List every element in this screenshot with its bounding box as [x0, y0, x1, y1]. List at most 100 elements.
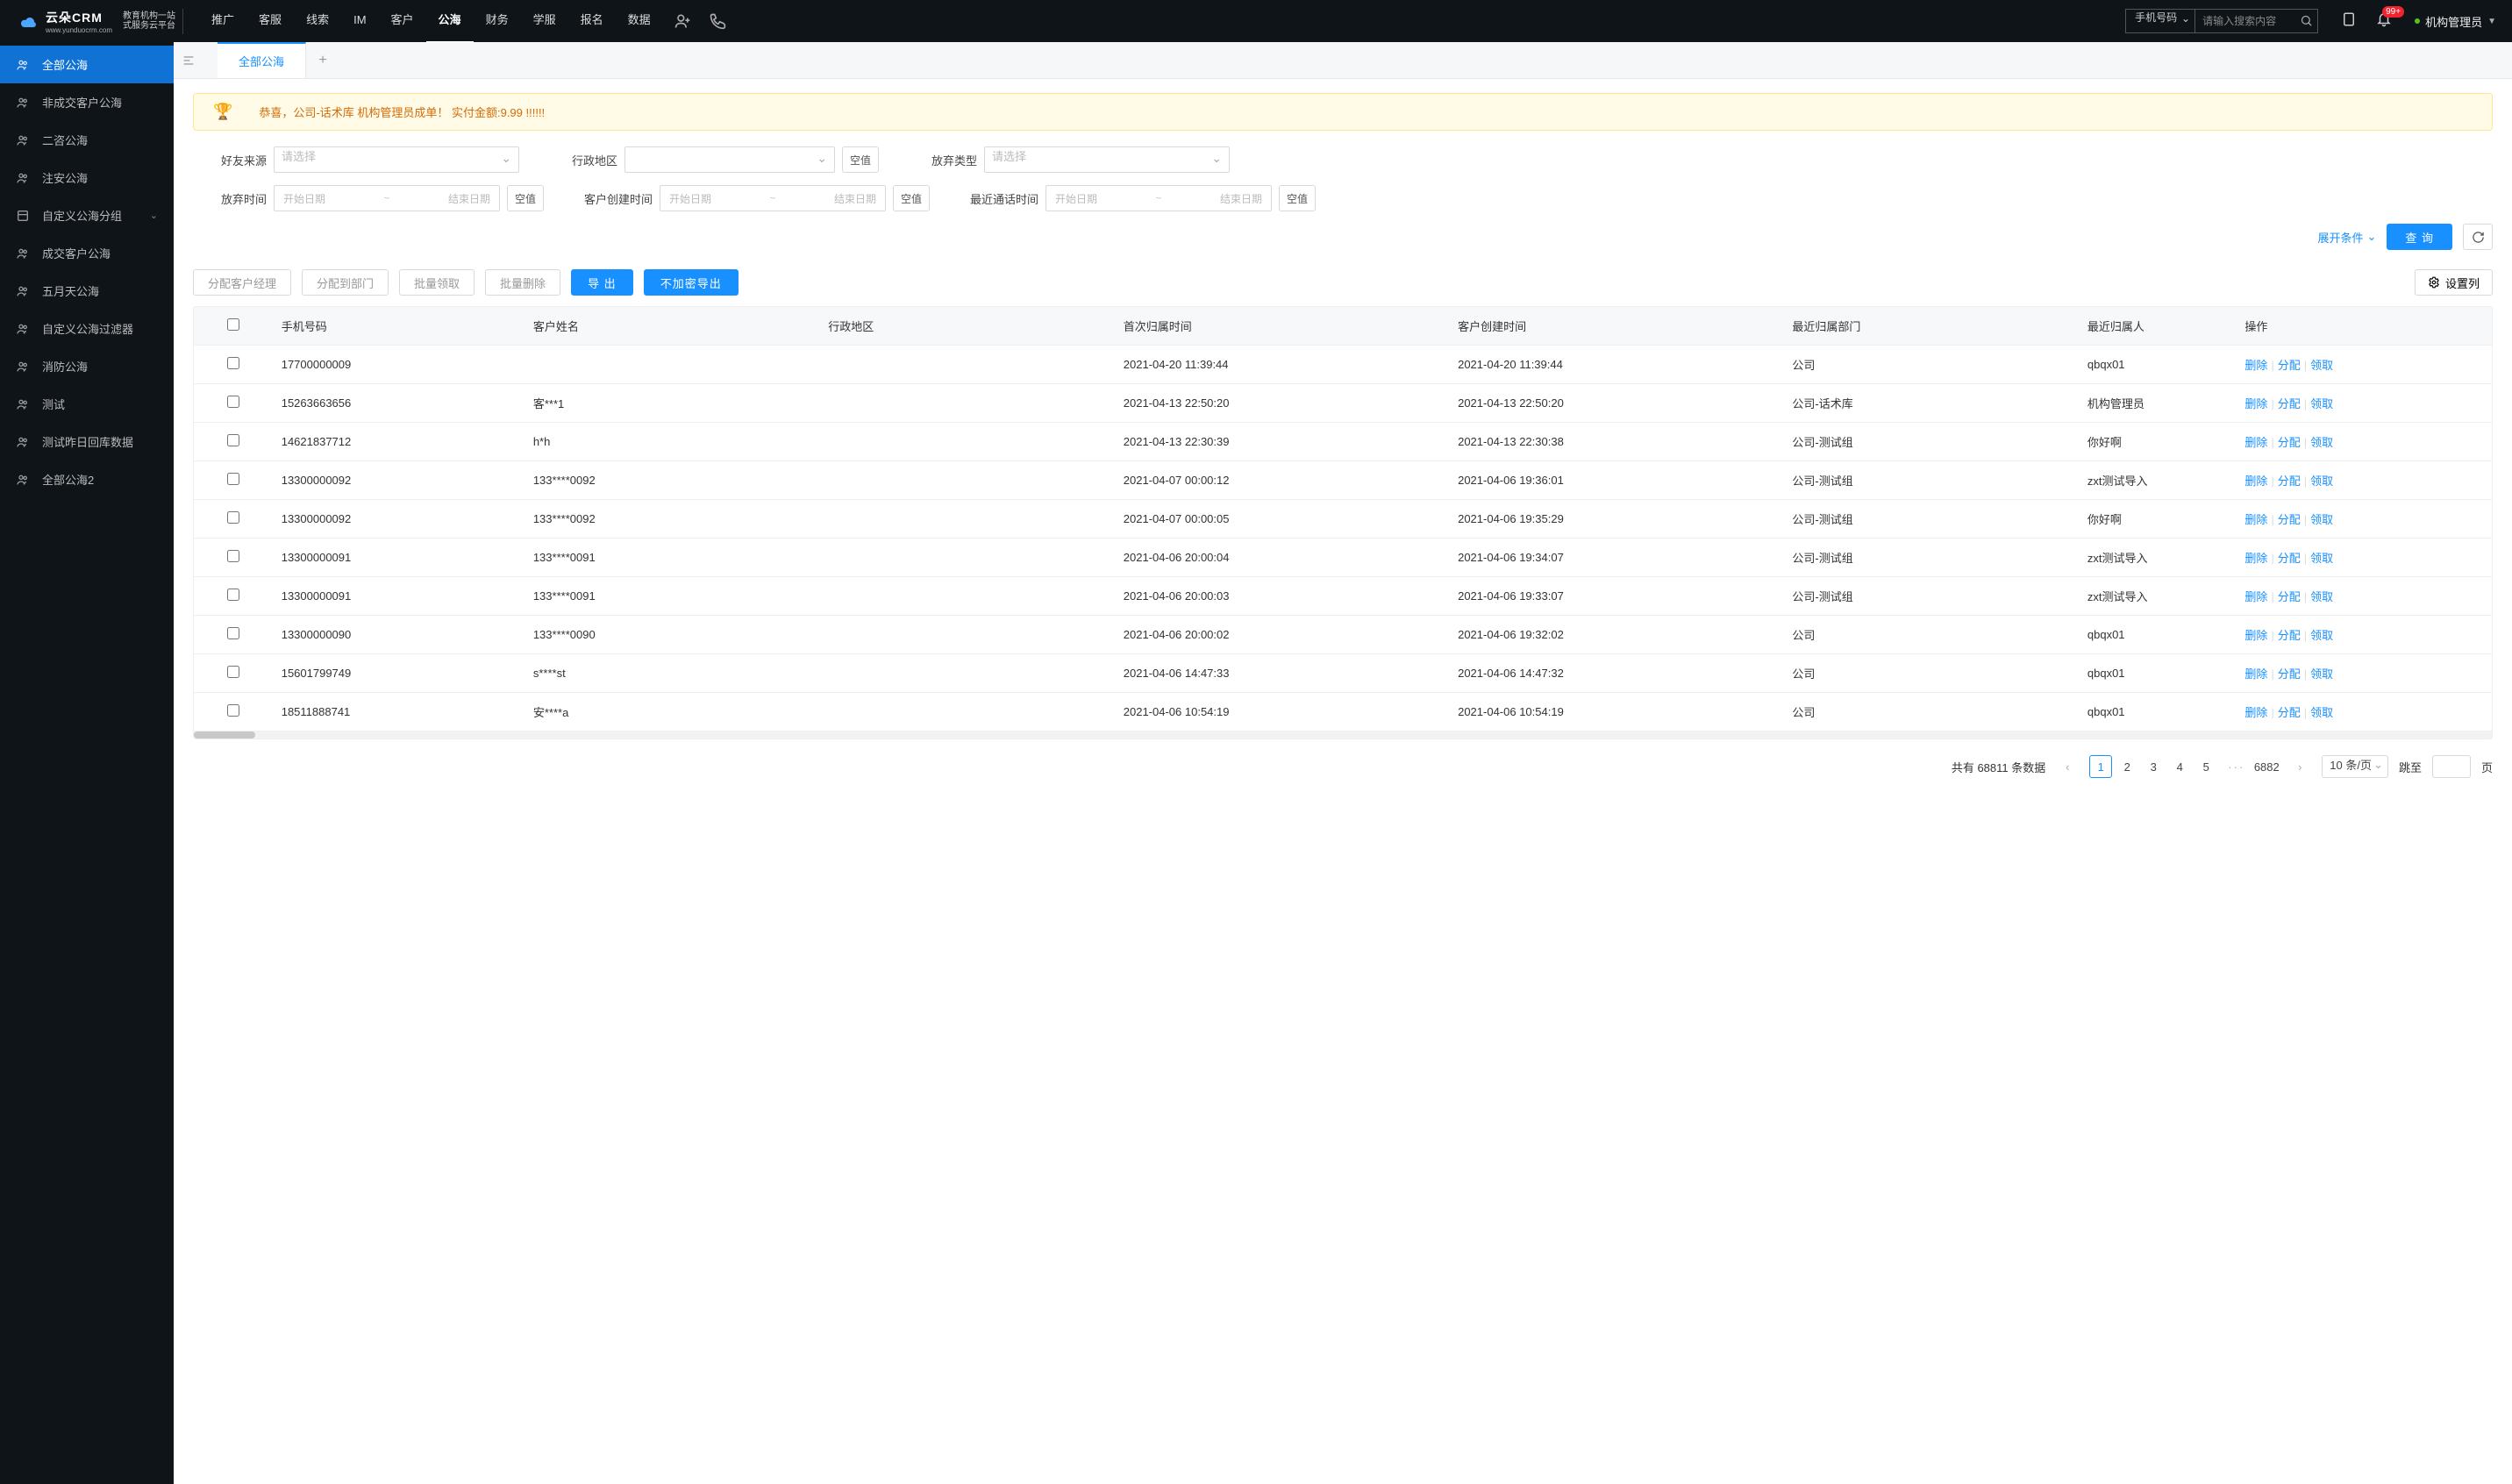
- delete-link[interactable]: 删除: [2244, 629, 2267, 642]
- top-nav-item[interactable]: 线索: [294, 0, 341, 43]
- row-checkbox[interactable]: [227, 396, 239, 408]
- delete-link[interactable]: 删除: [2244, 667, 2267, 681]
- sidebar-toggle-icon[interactable]: [174, 42, 203, 78]
- sidebar-item[interactable]: 自定义公海过滤器: [0, 310, 174, 347]
- search-icon[interactable]: [2300, 14, 2313, 27]
- horizontal-scrollbar[interactable]: [194, 731, 2492, 738]
- columns-button[interactable]: 设置列: [2415, 269, 2493, 296]
- page-button[interactable]: 5: [2194, 755, 2217, 778]
- search-type-select[interactable]: 手机号码: [2125, 9, 2195, 33]
- sidebar-item[interactable]: 测试昨日回库数据: [0, 423, 174, 460]
- row-checkbox[interactable]: [227, 704, 239, 717]
- top-nav-item[interactable]: 客服: [246, 0, 294, 43]
- row-checkbox[interactable]: [227, 434, 239, 446]
- batch-delete-button[interactable]: 批量删除: [485, 269, 560, 296]
- sidebar-item[interactable]: 二咨公海: [0, 121, 174, 159]
- last-call-empty-button[interactable]: 空值: [1279, 185, 1316, 211]
- row-checkbox[interactable]: [227, 589, 239, 601]
- abandon-time-empty-button[interactable]: 空值: [507, 185, 544, 211]
- sidebar-item[interactable]: 注安公海: [0, 159, 174, 196]
- sidebar-item[interactable]: 五月天公海: [0, 272, 174, 310]
- row-checkbox[interactable]: [227, 357, 239, 369]
- sidebar-item[interactable]: 成交客户公海: [0, 234, 174, 272]
- row-checkbox[interactable]: [227, 627, 239, 639]
- create-time-range[interactable]: 开始日期~结束日期: [660, 185, 886, 211]
- friend-src-select[interactable]: 请选择: [274, 146, 519, 173]
- assign-link[interactable]: 分配: [2278, 397, 2301, 410]
- delete-link[interactable]: 删除: [2244, 552, 2267, 565]
- assign-manager-button[interactable]: 分配客户经理: [193, 269, 291, 296]
- phone-icon[interactable]: [709, 12, 726, 30]
- export-plain-button[interactable]: 不加密导出: [644, 269, 739, 296]
- delete-link[interactable]: 删除: [2244, 474, 2267, 488]
- add-user-icon[interactable]: [674, 12, 691, 30]
- sidebar-item[interactable]: 非成交客户公海: [0, 83, 174, 121]
- claim-link[interactable]: 领取: [2310, 667, 2333, 681]
- top-nav-item[interactable]: 推广: [199, 0, 246, 43]
- page-button[interactable]: 1: [2089, 755, 2112, 778]
- page-button[interactable]: 4: [2168, 755, 2191, 778]
- delete-link[interactable]: 删除: [2244, 513, 2267, 526]
- row-checkbox[interactable]: [227, 511, 239, 524]
- delete-link[interactable]: 删除: [2244, 706, 2267, 719]
- row-checkbox[interactable]: [227, 550, 239, 562]
- claim-link[interactable]: 领取: [2310, 513, 2333, 526]
- abandon-type-select[interactable]: 请选择: [984, 146, 1230, 173]
- create-time-empty-button[interactable]: 空值: [893, 185, 930, 211]
- assign-link[interactable]: 分配: [2278, 590, 2301, 603]
- delete-link[interactable]: 删除: [2244, 590, 2267, 603]
- sidebar-item[interactable]: 测试: [0, 385, 174, 423]
- assign-link[interactable]: 分配: [2278, 706, 2301, 719]
- page-button[interactable]: 3: [2142, 755, 2165, 778]
- batch-claim-button[interactable]: 批量领取: [399, 269, 475, 296]
- top-nav-item[interactable]: 财务: [474, 0, 521, 43]
- claim-link[interactable]: 领取: [2310, 359, 2333, 372]
- assign-dept-button[interactable]: 分配到部门: [302, 269, 389, 296]
- region-empty-button[interactable]: 空值: [842, 146, 879, 173]
- claim-link[interactable]: 领取: [2310, 474, 2333, 488]
- assign-link[interactable]: 分配: [2278, 552, 2301, 565]
- assign-link[interactable]: 分配: [2278, 513, 2301, 526]
- assign-link[interactable]: 分配: [2278, 359, 2301, 372]
- bell-icon[interactable]: 99+: [2376, 11, 2392, 32]
- last-page-button[interactable]: 6882: [2255, 755, 2278, 778]
- assign-link[interactable]: 分配: [2278, 667, 2301, 681]
- claim-link[interactable]: 领取: [2310, 590, 2333, 603]
- claim-link[interactable]: 领取: [2310, 436, 2333, 449]
- next-page-button[interactable]: ›: [2288, 755, 2311, 778]
- sidebar-item[interactable]: 消防公海: [0, 347, 174, 385]
- query-button[interactable]: 查 询: [2387, 224, 2452, 250]
- claim-link[interactable]: 领取: [2310, 552, 2333, 565]
- top-nav-item[interactable]: 报名: [568, 0, 616, 43]
- page-button[interactable]: 2: [2116, 755, 2138, 778]
- add-tab-button[interactable]: +: [306, 42, 339, 78]
- delete-link[interactable]: 删除: [2244, 397, 2267, 410]
- delete-link[interactable]: 删除: [2244, 436, 2267, 449]
- expand-conditions-link[interactable]: 展开条件 ⌄: [2317, 229, 2376, 246]
- assign-link[interactable]: 分配: [2278, 474, 2301, 488]
- user-menu[interactable]: 机构管理员 ▼: [2415, 13, 2503, 30]
- tab-all-public-sea[interactable]: 全部公海: [218, 42, 306, 78]
- region-select[interactable]: [624, 146, 835, 173]
- sidebar-item[interactable]: 自定义公海分组⌄: [0, 196, 174, 234]
- top-nav-item[interactable]: 数据: [616, 0, 663, 43]
- abandon-time-range[interactable]: 开始日期~结束日期: [274, 185, 500, 211]
- logo[interactable]: 云朵CRM www.yunduocrm.com 教育机构一站 式服务云平台: [9, 9, 183, 34]
- tablet-icon[interactable]: [2341, 11, 2357, 32]
- export-button[interactable]: 导 出: [571, 269, 633, 296]
- claim-link[interactable]: 领取: [2310, 706, 2333, 719]
- row-checkbox[interactable]: [227, 473, 239, 485]
- claim-link[interactable]: 领取: [2310, 629, 2333, 642]
- last-call-range[interactable]: 开始日期~结束日期: [1045, 185, 1272, 211]
- assign-link[interactable]: 分配: [2278, 629, 2301, 642]
- select-all-checkbox[interactable]: [227, 318, 239, 331]
- row-checkbox[interactable]: [227, 666, 239, 678]
- claim-link[interactable]: 领取: [2310, 397, 2333, 410]
- refresh-button[interactable]: [2463, 224, 2493, 250]
- page-size-select[interactable]: 10 条/页: [2322, 755, 2388, 778]
- goto-page-input[interactable]: [2432, 755, 2471, 778]
- assign-link[interactable]: 分配: [2278, 436, 2301, 449]
- sidebar-item[interactable]: 全部公海2: [0, 460, 174, 498]
- delete-link[interactable]: 删除: [2244, 359, 2267, 372]
- sidebar-item[interactable]: 全部公海: [0, 46, 174, 83]
